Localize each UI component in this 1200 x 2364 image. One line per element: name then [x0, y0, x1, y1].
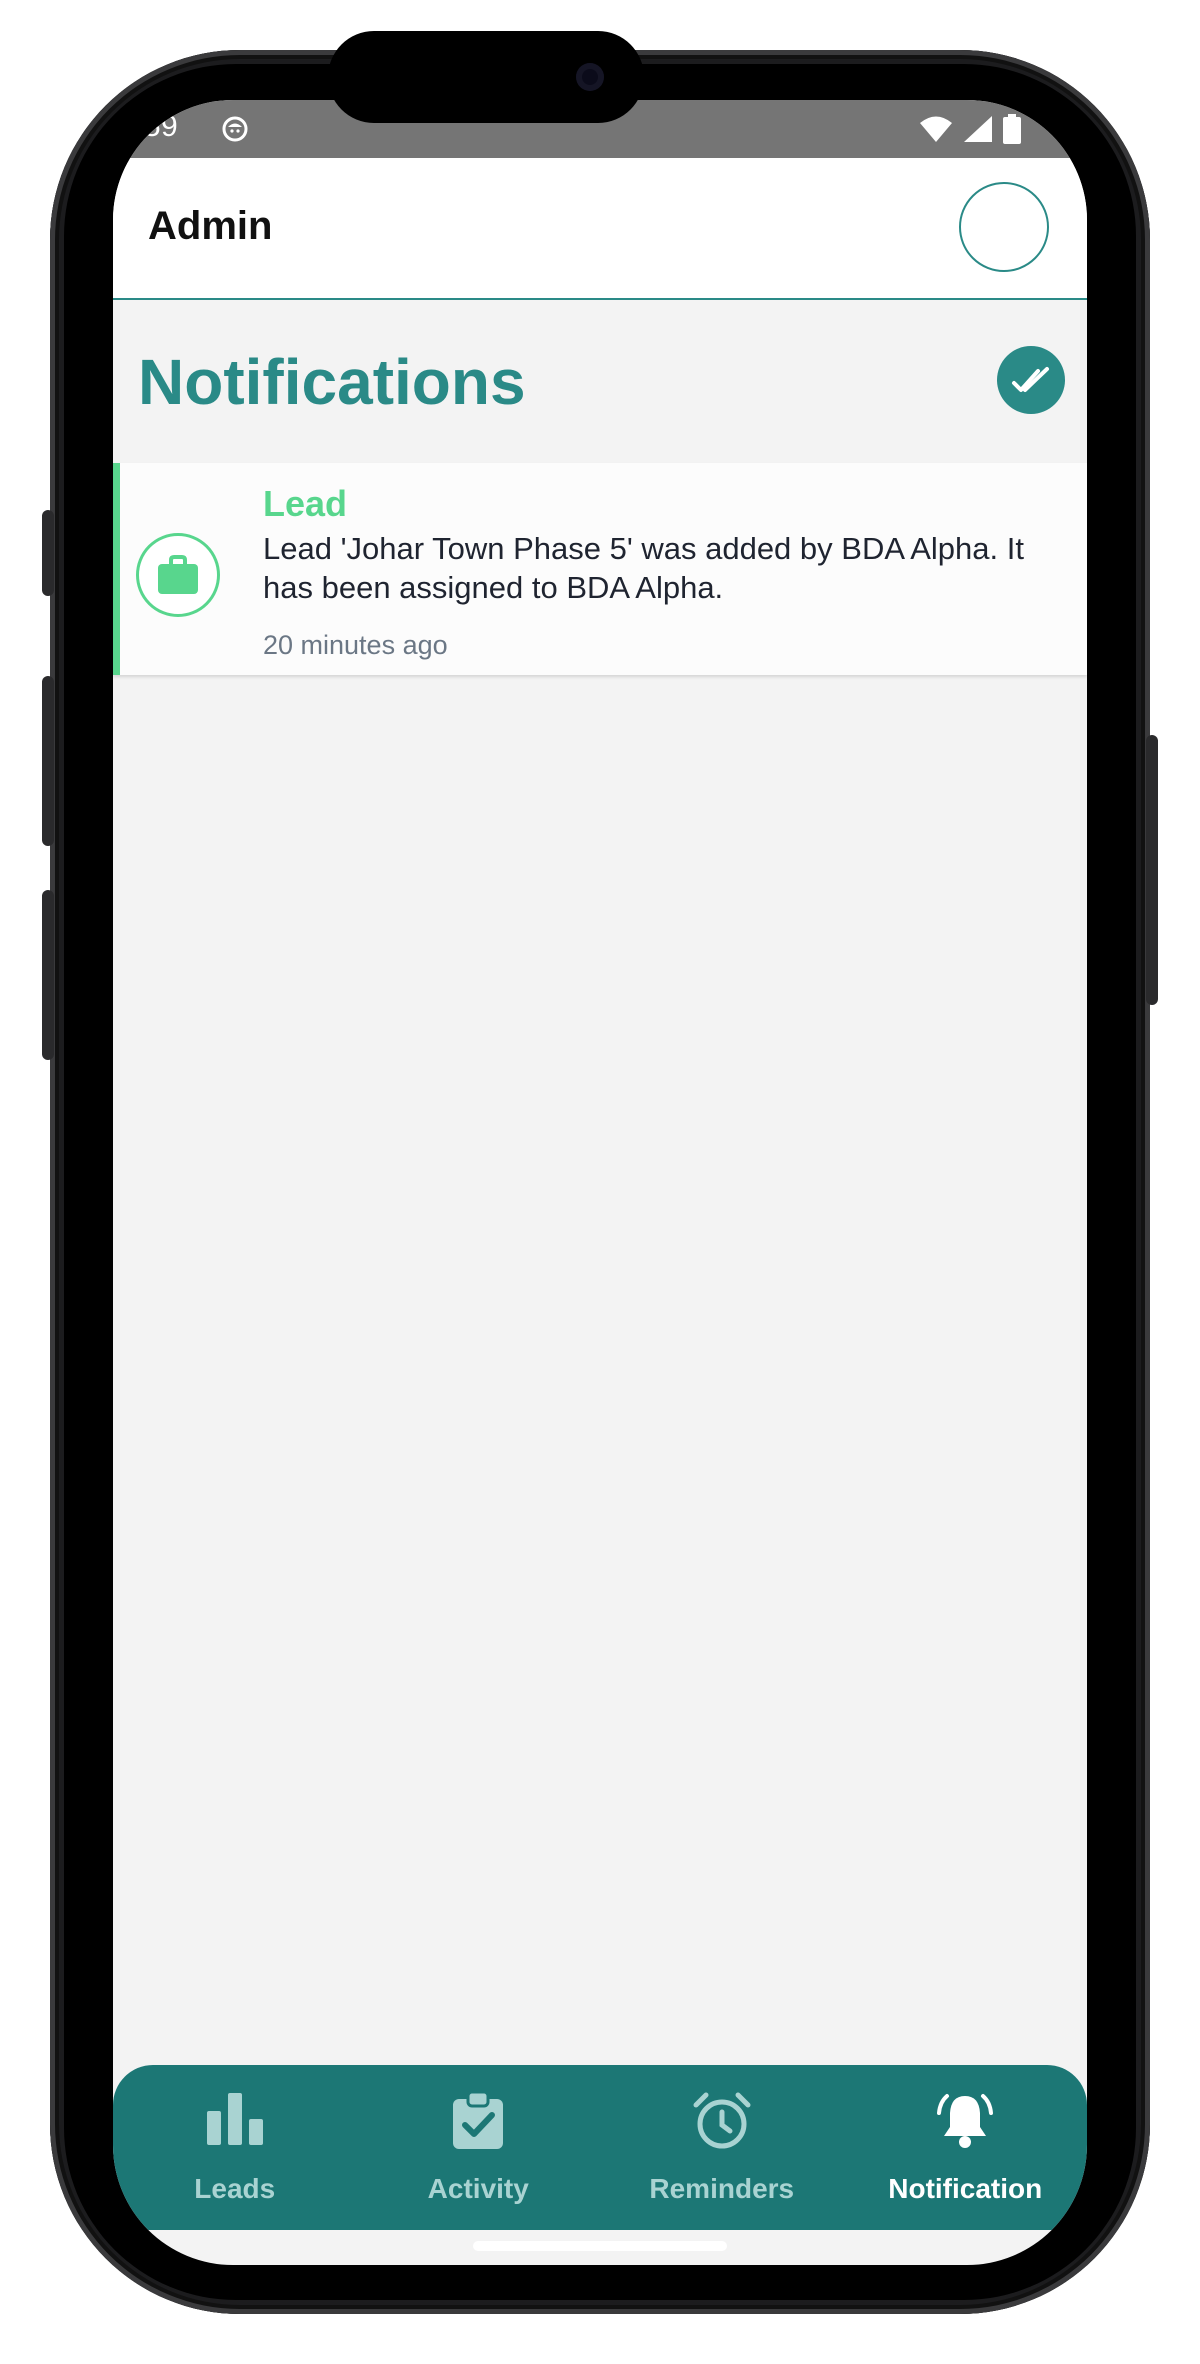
double-check-icon: [1012, 367, 1049, 392]
briefcase-icon: [158, 555, 198, 594]
notification-message: Lead 'Johar Town Phase 5' was added by B…: [263, 531, 1024, 605]
front-camera: [576, 63, 604, 91]
alarm-clock-icon: [693, 2092, 751, 2149]
status-time: :59: [135, 110, 179, 143]
action-button: [42, 510, 54, 596]
bottom-nav: Leads Activity Reminders Notification: [113, 2065, 1087, 2230]
notification-time: 20 minutes ago: [263, 630, 448, 660]
app-notification-icon: [221, 115, 249, 143]
nav-label: Activity: [427, 2173, 529, 2204]
clipboard-check-icon: [453, 2091, 504, 2149]
nav-label: Reminders: [649, 2173, 795, 2204]
home-indicator[interactable]: [473, 2241, 727, 2251]
bar-chart-icon: [206, 2093, 263, 2145]
mark-all-read-button[interactable]: [997, 346, 1065, 414]
nav-item-leads[interactable]: Leads: [113, 2065, 357, 2230]
status-indicators: [919, 114, 1021, 144]
nav-label: Notification: [888, 2173, 1043, 2204]
app-title: Admin: [148, 204, 273, 248]
nav-label: Leads: [194, 2173, 276, 2204]
bell-icon: [937, 2094, 994, 2148]
app-header: Admin: [113, 158, 1087, 300]
power-button: [1146, 735, 1158, 1005]
notification-icon-badge: [136, 533, 220, 617]
battery-icon: [1003, 114, 1021, 144]
dynamic-island: [328, 31, 644, 123]
screen: :59 Admin Notifications Lead Lead 'Johar…: [113, 100, 1087, 2265]
notification-type: Lead: [263, 483, 348, 524]
avatar[interactable]: [959, 182, 1049, 272]
volume-up-button: [42, 676, 54, 846]
wifi-icon: [920, 116, 952, 142]
nav-item-activity[interactable]: Activity: [357, 2065, 601, 2230]
volume-down-button: [42, 890, 54, 1060]
notification-item[interactable]: Lead Lead 'Johar Town Phase 5' was added…: [113, 463, 1087, 675]
page-title: Notifications: [138, 346, 526, 418]
nav-item-reminders[interactable]: Reminders: [600, 2065, 844, 2230]
nav-item-notification[interactable]: Notification: [844, 2065, 1088, 2230]
cellular-signal-icon: [964, 116, 992, 142]
